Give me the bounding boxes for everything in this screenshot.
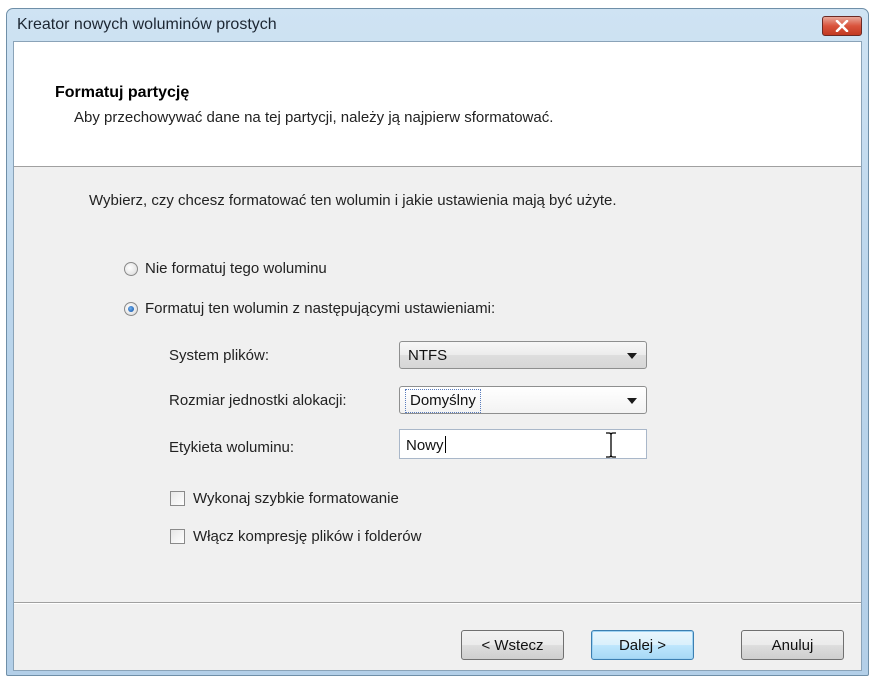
- compression-checkbox[interactable]: Włącz kompresję plików i folderów: [170, 528, 421, 545]
- volume-label-value: Nowy: [406, 437, 444, 454]
- footer-divider: [14, 602, 861, 604]
- quick-format-label: Wykonaj szybkie formatowanie: [193, 490, 399, 507]
- wizard-body: Formatuj partycję Aby przechowywać dane …: [13, 41, 862, 671]
- radio-no-format-label: Nie formatuj tego woluminu: [145, 260, 327, 277]
- next-button-label: Dalej >: [618, 636, 667, 654]
- cancel-button-label: Anuluj: [771, 636, 814, 654]
- compression-label: Włącz kompresję plików i folderów: [193, 528, 422, 545]
- allocation-dropdown[interactable]: Domyślny: [399, 386, 647, 414]
- title-bar[interactable]: Kreator nowych woluminów prostych: [7, 9, 868, 41]
- radio-format[interactable]: Formatuj ten wolumin z następującymi ust…: [124, 300, 495, 317]
- filesystem-label: System plików:: [169, 347, 270, 364]
- volume-label-label: Etykieta woluminu:: [169, 439, 295, 456]
- checkbox-box[interactable]: [170, 491, 185, 506]
- text-caret: [444, 436, 446, 453]
- radio-button-selected[interactable]: [124, 301, 138, 316]
- filesystem-dropdown[interactable]: NTFS: [399, 341, 647, 369]
- instruction-text: Wybierz, czy chcesz formatować ten wolum…: [89, 192, 617, 209]
- next-button[interactable]: Dalej >: [591, 630, 694, 660]
- radio-button[interactable]: [124, 261, 138, 276]
- radio-no-format[interactable]: Nie formatuj tego woluminu: [124, 260, 327, 277]
- allocation-label: Rozmiar jednostki alokacji:: [169, 392, 347, 409]
- wizard-header: Formatuj partycję Aby przechowywać dane …: [14, 42, 861, 167]
- close-icon: [835, 20, 849, 32]
- back-button[interactable]: < Wstecz: [461, 630, 564, 660]
- allocation-value: Domyślny: [405, 389, 481, 413]
- page-title: Formatuj partycję: [55, 84, 190, 101]
- quick-format-checkbox[interactable]: Wykonaj szybkie formatowanie: [170, 490, 399, 507]
- back-button-label: < Wstecz: [481, 636, 544, 654]
- radio-format-label: Formatuj ten wolumin z następującymi ust…: [145, 300, 496, 317]
- ibeam-cursor-icon: [606, 432, 616, 458]
- wizard-window: Kreator nowych woluminów prostych Format…: [6, 8, 869, 676]
- chevron-down-icon: [627, 398, 637, 404]
- checkbox-box[interactable]: [170, 529, 185, 544]
- chevron-down-icon: [627, 353, 637, 359]
- cancel-button[interactable]: Anuluj: [741, 630, 844, 660]
- filesystem-value: NTFS: [408, 347, 448, 364]
- close-button[interactable]: [822, 16, 862, 36]
- page-subtitle: Aby przechowywać dane na tej partycji, n…: [74, 109, 554, 126]
- window-title: Kreator nowych woluminów prostych: [17, 16, 277, 33]
